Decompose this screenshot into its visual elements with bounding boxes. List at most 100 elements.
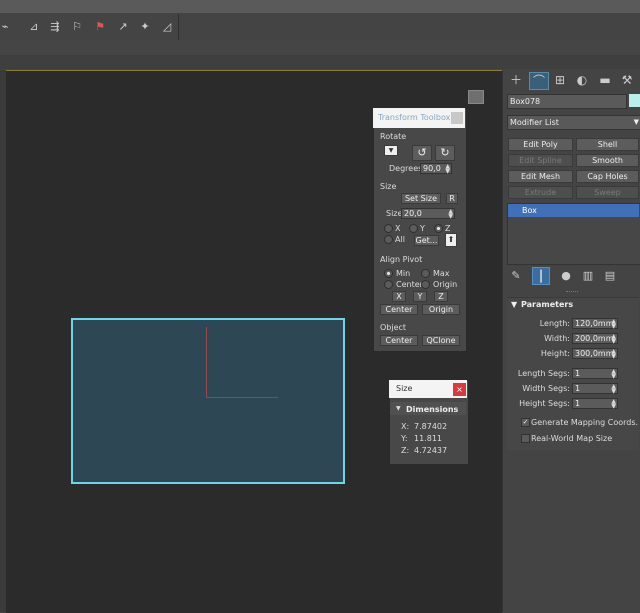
display-tab-icon[interactable]: ▬ (596, 72, 614, 88)
modify-tab-icon[interactable]: ⌒ (529, 72, 549, 90)
close-icon[interactable]: × (453, 383, 466, 396)
ribbon-strip-lower (0, 55, 640, 69)
angle-snap-icon[interactable]: ↗ (116, 20, 130, 34)
width-value: 200,0mm (575, 334, 614, 343)
panel-divider (566, 291, 578, 294)
modifier-list-dropdown[interactable]: Modifier List ▼ (507, 115, 640, 130)
shell-button[interactable]: Shell (576, 138, 639, 151)
select-link-icon[interactable]: ⌁ (0, 20, 12, 34)
unlink-icon[interactable]: ⊿ (27, 20, 41, 34)
size-value: 20,0 (404, 209, 422, 218)
extrude-button[interactable]: Extrude (508, 186, 573, 199)
length-label: Length: (539, 319, 570, 328)
height-spinner[interactable]: 300,0mm ▲ ▼ (572, 348, 618, 360)
height-value: 300,0mm (575, 349, 614, 358)
real-world-label: Real-World Map Size (531, 434, 613, 443)
gizmo-x-axis[interactable] (206, 397, 278, 398)
object-name-field[interactable]: Box078 (507, 94, 627, 109)
close-icon[interactable] (451, 112, 463, 124)
dimensions-expand-icon[interactable]: ▼ (396, 405, 401, 412)
set-size-button[interactable]: Set Size (401, 193, 441, 204)
dim-x-value: 7.87402 (414, 422, 448, 431)
qclone-button[interactable]: QClone (422, 335, 460, 346)
size-all-radio[interactable] (384, 235, 393, 244)
degrees-spinner[interactable]: 90,0 ▲ ▼ (420, 163, 452, 175)
length-spinner[interactable]: 120,0mm ▲ ▼ (572, 318, 618, 330)
spinner-arrows-icon[interactable]: ▲ ▼ (611, 384, 616, 395)
size-spinner[interactable]: 20,0 ▲ ▼ (401, 208, 455, 220)
pivot-min-radio[interactable] (384, 269, 393, 278)
create-tab-icon[interactable]: ＋ (507, 72, 525, 88)
gen-mapping-checkbox[interactable]: ✓ (521, 418, 530, 427)
viewcube[interactable] (468, 90, 484, 104)
snap-toggle-icon[interactable]: ⚑ (93, 20, 107, 34)
height-segs-spinner[interactable]: 1 ▲ ▼ (572, 398, 618, 410)
spinner-snap-icon[interactable]: ◿ (160, 20, 174, 34)
get-size-button[interactable]: Get... (414, 235, 439, 246)
smooth-button[interactable]: Smooth (576, 154, 639, 167)
pivot-z-button[interactable]: Z (434, 291, 448, 302)
edit-mesh-button[interactable]: Edit Mesh (508, 170, 573, 183)
rotate-cw-icon[interactable]: ↻ (435, 145, 455, 161)
size-x-radio[interactable] (384, 224, 393, 233)
edit-spline-button[interactable]: Edit Spline (508, 154, 573, 167)
degrees-value: 90,0 (423, 164, 441, 173)
spinner-arrows-icon[interactable]: ▲ ▼ (611, 399, 616, 410)
select-filter-icon[interactable]: ⚐ (70, 20, 84, 34)
size-y-radio[interactable] (409, 224, 418, 233)
pivot-origin-button[interactable]: Origin (422, 304, 460, 315)
size-x-label: X (395, 224, 401, 233)
width-spinner[interactable]: 200,0mm ▲ ▼ (572, 333, 618, 345)
pivot-max-radio[interactable] (421, 269, 430, 278)
size-label: Size (386, 209, 403, 218)
spinner-arrows-icon[interactable]: ▲ ▼ (445, 164, 450, 175)
utilities-tab-icon[interactable]: ⚒ (618, 72, 636, 88)
size-y-label: Y (420, 224, 425, 233)
dim-y-value: 11.811 (414, 434, 442, 443)
parameters-expand-icon[interactable]: ▼ (511, 300, 517, 309)
spinner-arrows-icon[interactable]: ▲ ▼ (448, 209, 453, 220)
configure-sets-icon[interactable]: ▤ (601, 267, 619, 285)
remove-modifier-icon[interactable]: ▥ (579, 267, 597, 285)
object-color-swatch[interactable] (629, 94, 640, 107)
rotate-ccw-icon[interactable]: ↺ (412, 145, 432, 161)
align-pivot-label: Align Pivot (380, 255, 423, 264)
spinner-arrows-icon[interactable]: ▲ ▼ (611, 319, 616, 330)
spinner-arrows-icon[interactable]: ▲ ▼ (611, 369, 616, 380)
pivot-x-button[interactable]: X (392, 291, 406, 302)
spinner-arrows-icon[interactable]: ▲ ▼ (611, 349, 616, 360)
show-end-result-icon[interactable]: ┃ (532, 267, 550, 285)
pin-stack-icon[interactable]: ✎ (507, 267, 525, 285)
make-unique-icon[interactable]: ● (557, 267, 575, 285)
bind-space-warp-icon[interactable]: ⇶ (48, 20, 62, 34)
length-segs-spinner[interactable]: 1 ▲ ▼ (572, 368, 618, 380)
dim-z-value: 4.72437 (414, 446, 448, 455)
arrow-up-icon[interactable]: ⬆ (445, 233, 457, 247)
motion-tab-icon[interactable]: ◐ (573, 72, 591, 88)
box-object[interactable] (71, 318, 345, 484)
stack-item-box[interactable]: Box (508, 204, 639, 217)
gizmo-y-axis[interactable] (206, 327, 207, 397)
sweep-button[interactable]: Sweep (576, 186, 639, 199)
edit-poly-button[interactable]: Edit Poly (508, 138, 573, 151)
size-z-radio[interactable] (434, 224, 443, 233)
width-segs-spinner[interactable]: 1 ▲ ▼ (572, 383, 618, 395)
pivot-center-radio[interactable] (384, 280, 393, 289)
parameters-title[interactable]: Parameters (521, 300, 573, 309)
pivot-origin-label: Origin (433, 280, 458, 289)
size-reset-button[interactable]: R (446, 193, 458, 204)
spinner-arrows-icon[interactable]: ▲ ▼ (611, 334, 616, 345)
pivot-center-button[interactable]: Center (380, 304, 418, 315)
length-value: 120,0mm (575, 319, 614, 328)
cap-holes-button[interactable]: Cap Holes (576, 170, 639, 183)
title-bar (0, 0, 640, 13)
real-world-checkbox[interactable] (521, 434, 530, 443)
pivot-origin-radio[interactable] (421, 280, 430, 289)
object-center-button[interactable]: Center (380, 335, 418, 346)
rotate-axis-dropdown[interactable]: ▼ (384, 145, 398, 156)
height-segs-value: 1 (575, 399, 581, 408)
hierarchy-tab-icon[interactable]: ⊞ (551, 72, 569, 88)
percent-snap-icon[interactable]: ✦ (138, 20, 152, 34)
pivot-y-button[interactable]: Y (413, 291, 427, 302)
stack-toolbar: ✎ ┃ ● ▥ ▤ (507, 267, 639, 285)
